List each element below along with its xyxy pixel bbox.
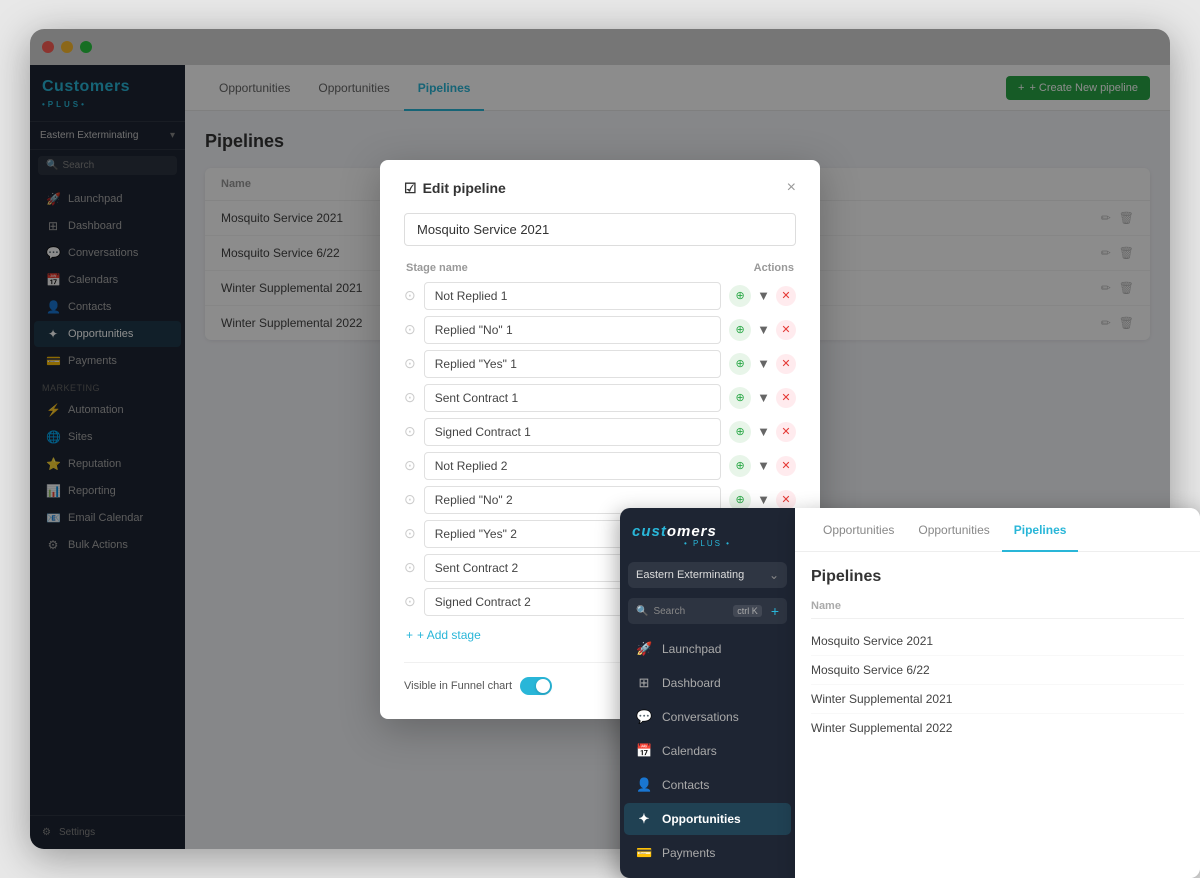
filter-icon[interactable]: ▼ [757, 492, 770, 507]
fg-nav-contacts[interactable]: 👤 Contacts [624, 769, 791, 801]
fg-tab-opportunities2[interactable]: Opportunities [906, 509, 1001, 552]
foreground-cards: customers • PLUS • Eastern Exterminating… [620, 508, 1200, 878]
filter-icon[interactable]: ▼ [757, 390, 770, 405]
stage-row: ⊙ ⊕ ▼ ✕ [404, 282, 796, 310]
drag-handle-icon[interactable]: ⊙ [404, 389, 416, 406]
stage-name-input[interactable] [424, 350, 721, 378]
delete-stage-button[interactable]: ✕ [776, 354, 796, 374]
stage-actions: ⊕ ▼ ✕ [729, 421, 796, 443]
filter-icon[interactable]: ▼ [757, 458, 770, 473]
filter-icon[interactable]: ▼ [757, 356, 770, 371]
delete-stage-button[interactable]: ✕ [776, 422, 796, 442]
drag-handle-icon[interactable]: ⊙ [404, 491, 416, 508]
pipeline-name-input[interactable] [404, 213, 796, 246]
fg-pipeline-row[interactable]: Mosquito Service 6/22 [811, 656, 1184, 685]
stage-name-input[interactable] [424, 384, 721, 412]
funnel-chart-toggle[interactable] [520, 677, 552, 695]
copy-stage-button[interactable]: ⊕ [729, 285, 751, 307]
fg-pipeline-row[interactable]: Winter Supplemental 2021 [811, 685, 1184, 714]
copy-stage-button[interactable]: ⊕ [729, 421, 751, 443]
modal-close-button[interactable]: × [787, 180, 796, 196]
add-icon[interactable]: + [771, 603, 779, 619]
conversations-icon: 💬 [636, 709, 652, 725]
delete-stage-button[interactable]: ✕ [776, 456, 796, 476]
contacts-icon: 👤 [636, 777, 652, 793]
delete-stage-button[interactable]: ✕ [776, 286, 796, 306]
fg-nav-opportunities[interactable]: ✦ Opportunities [624, 803, 791, 835]
fg-nav-dashboard[interactable]: ⊞ Dashboard [624, 667, 791, 699]
stages-header: Stage name Actions [404, 262, 796, 274]
stage-actions: ⊕ ▼ ✕ [729, 387, 796, 409]
fg-pipeline-row[interactable]: Mosquito Service 2021 [811, 627, 1184, 656]
delete-stage-button[interactable]: ✕ [776, 388, 796, 408]
fg-nav-payments[interactable]: 💳 Payments [624, 837, 791, 869]
drag-handle-icon[interactable]: ⊙ [404, 559, 416, 576]
drag-handle-icon[interactable]: ⊙ [404, 321, 416, 338]
stage-name-input[interactable] [424, 316, 721, 344]
stage-row: ⊙ ⊕ ▼ ✕ [404, 384, 796, 412]
launchpad-icon: 🚀 [636, 641, 652, 657]
stage-actions: ⊕ ▼ ✕ [729, 285, 796, 307]
calendars-icon: 📅 [636, 743, 652, 759]
fg-tab-pipelines[interactable]: Pipelines [1002, 509, 1079, 552]
fg-tab-opportunities[interactable]: Opportunities [811, 509, 906, 552]
drag-handle-icon[interactable]: ⊙ [404, 525, 416, 542]
fg-logo: customers • PLUS • [620, 508, 795, 556]
opportunities-icon: ✦ [636, 811, 652, 827]
stage-row: ⊙ ⊕ ▼ ✕ [404, 452, 796, 480]
modal-title: ☑ Edit pipeline [404, 180, 506, 197]
edit-icon: ☑ [404, 180, 417, 197]
chevron-down-icon: ⌄ [769, 568, 779, 582]
fg-nav-calendars[interactable]: 📅 Calendars [624, 735, 791, 767]
fg-nav-launchpad[interactable]: 🚀 Launchpad [624, 633, 791, 665]
drag-handle-icon[interactable]: ⊙ [404, 457, 416, 474]
stage-name-input[interactable] [424, 452, 721, 480]
stage-actions: ⊕ ▼ ✕ [729, 319, 796, 341]
stage-actions: ⊕ ▼ ✕ [729, 455, 796, 477]
filter-icon[interactable]: ▼ [757, 424, 770, 439]
fg-main-header: Opportunities Opportunities Pipelines [795, 508, 1200, 552]
payments-icon: 💳 [636, 845, 652, 861]
drag-handle-icon[interactable]: ⊙ [404, 287, 416, 304]
delete-stage-button[interactable]: ✕ [776, 320, 796, 340]
funnel-chart-toggle-row: Visible in Funnel chart [404, 677, 552, 695]
filter-icon[interactable]: ▼ [757, 288, 770, 303]
drag-handle-icon[interactable]: ⊙ [404, 423, 416, 440]
drag-handle-icon[interactable]: ⊙ [404, 355, 416, 372]
plus-icon: + [406, 628, 413, 642]
stage-row: ⊙ ⊕ ▼ ✕ [404, 316, 796, 344]
fg-main: Opportunities Opportunities Pipelines Pi… [795, 508, 1200, 878]
modal-header: ☑ Edit pipeline × [404, 180, 796, 197]
fg-section-title: Pipelines [811, 568, 1184, 586]
copy-stage-button[interactable]: ⊕ [729, 353, 751, 375]
fg-col-header: Name [811, 600, 1184, 619]
stage-row: ⊙ ⊕ ▼ ✕ [404, 418, 796, 446]
fg-account-selector[interactable]: Eastern Exterminating ⌄ [628, 562, 787, 588]
fg-main-body: Pipelines Name Mosquito Service 2021 Mos… [795, 552, 1200, 878]
fg-sidebar: customers • PLUS • Eastern Exterminating… [620, 508, 795, 878]
delete-stage-button[interactable]: ✕ [776, 490, 796, 510]
stage-actions: ⊕ ▼ ✕ [729, 353, 796, 375]
fg-search[interactable]: 🔍 Search ctrl K + [628, 598, 787, 624]
fg-pipeline-row[interactable]: Winter Supplemental 2022 [811, 714, 1184, 742]
fg-nav-conversations[interactable]: 💬 Conversations [624, 701, 791, 733]
stage-name-input[interactable] [424, 282, 721, 310]
search-icon: 🔍 [636, 606, 648, 617]
dashboard-icon: ⊞ [636, 675, 652, 691]
filter-icon[interactable]: ▼ [757, 322, 770, 337]
copy-stage-button[interactable]: ⊕ [729, 455, 751, 477]
drag-handle-icon[interactable]: ⊙ [404, 593, 416, 610]
stage-name-input[interactable] [424, 418, 721, 446]
copy-stage-button[interactable]: ⊕ [729, 319, 751, 341]
copy-stage-button[interactable]: ⊕ [729, 387, 751, 409]
stage-row: ⊙ ⊕ ▼ ✕ [404, 350, 796, 378]
